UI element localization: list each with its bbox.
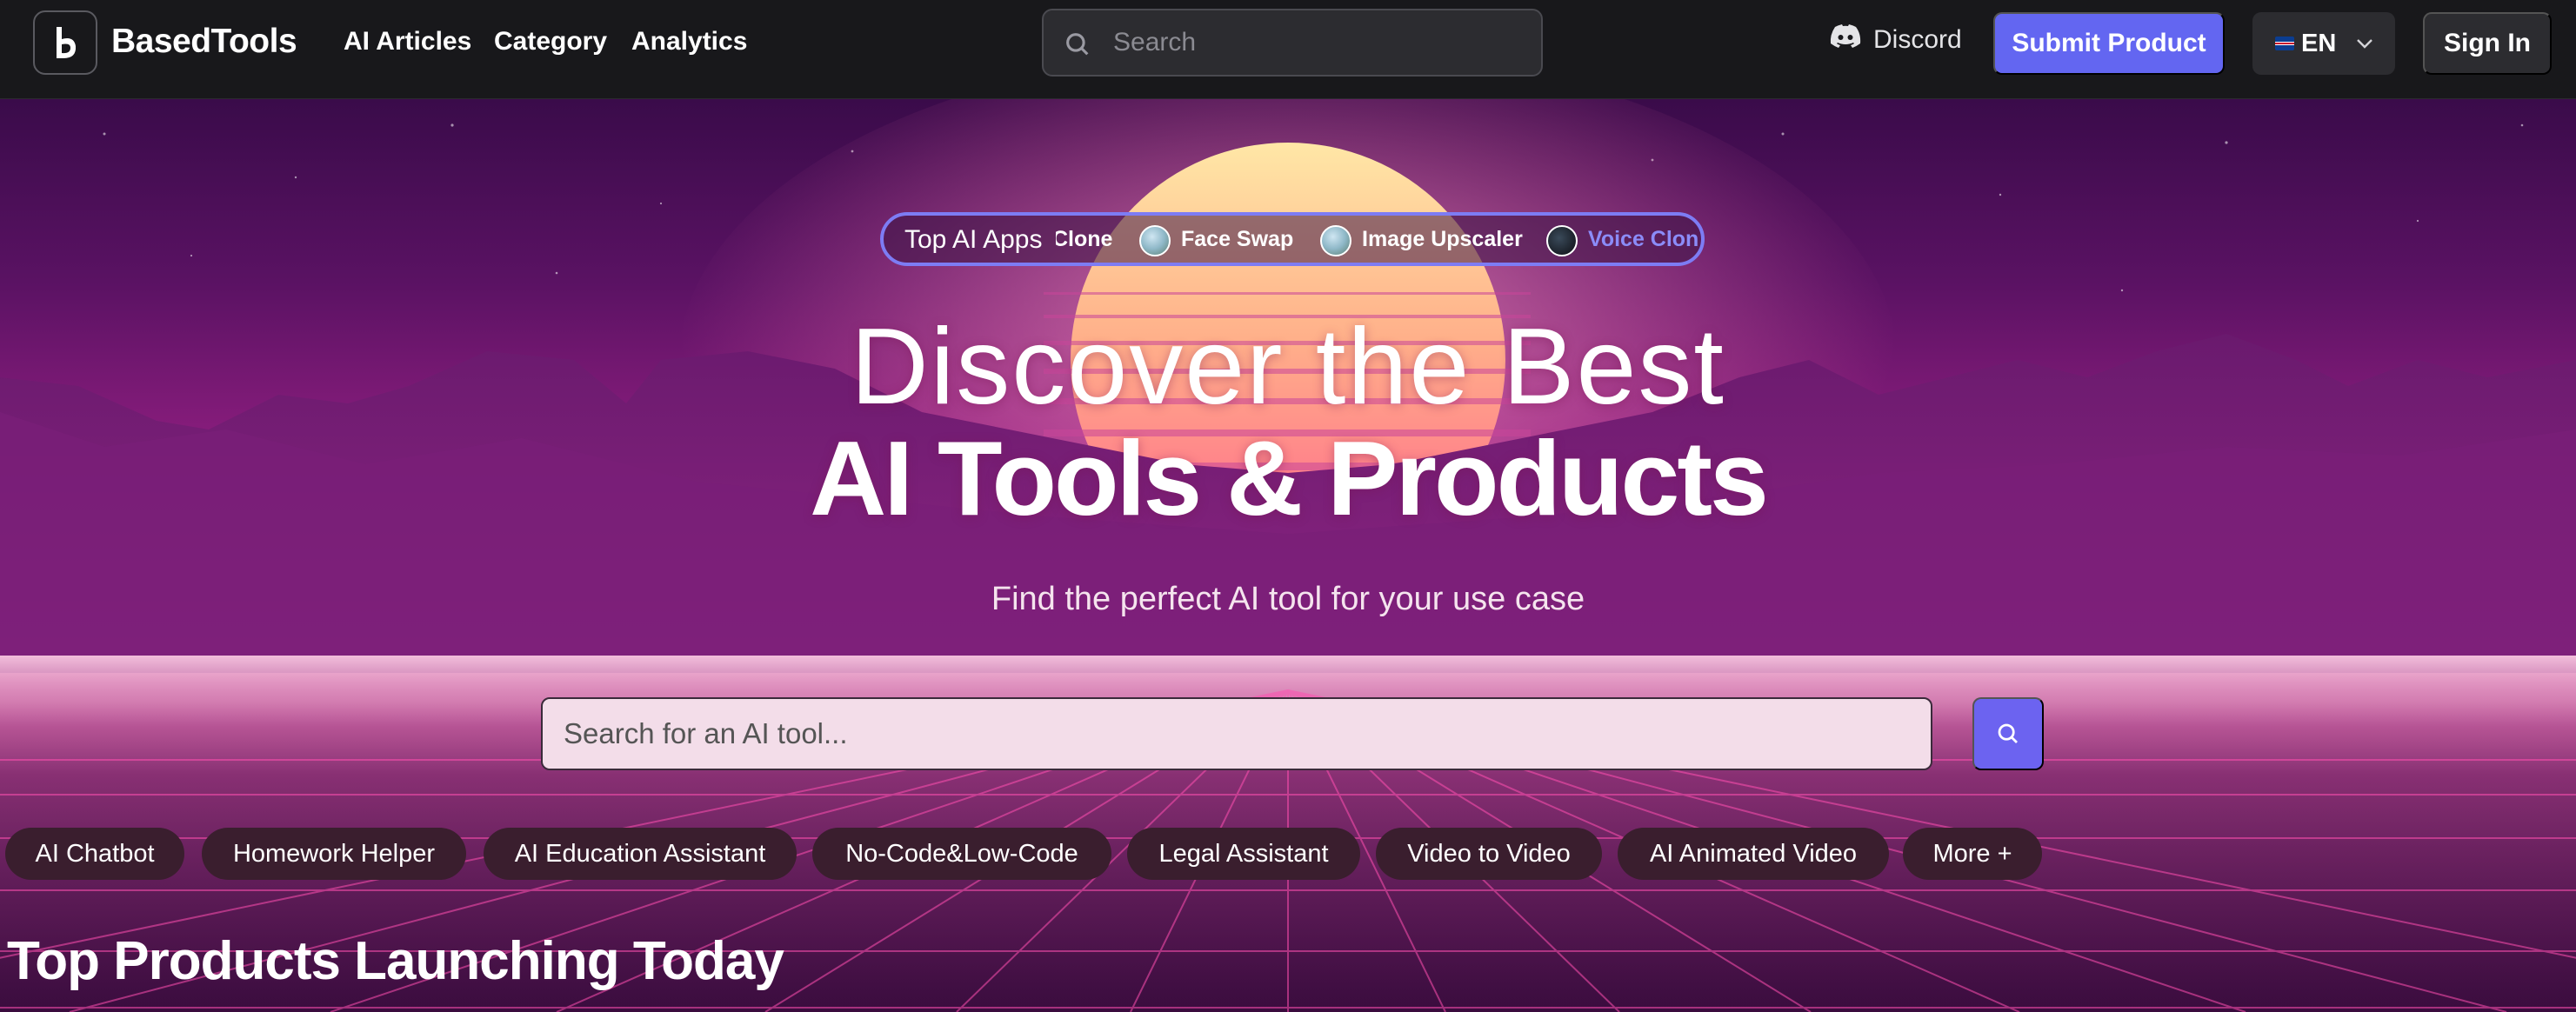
discord-icon [1830, 24, 1861, 56]
sign-in-button[interactable]: Sign In [2423, 12, 2552, 75]
category-chip[interactable]: Video to Video [1376, 828, 1602, 880]
category-chip[interactable]: AI Chatbot [5, 828, 184, 880]
header-search-box[interactable] [1042, 9, 1543, 77]
ticker-item[interactable]: Voice Clon [1588, 227, 1698, 252]
section-title: Top Products Launching Today [7, 931, 784, 991]
language-selector[interactable]: EN [2252, 12, 2395, 75]
more-categories-button[interactable]: More + [1903, 828, 2042, 880]
discord-link[interactable]: Discord [1830, 23, 1962, 57]
ticker-label: Top AI Apps [904, 225, 1043, 254]
hero-section: Top AI Apps Clone Face Swap Image Upscal… [0, 99, 2576, 1012]
category-chip[interactable]: AI Animated Video [1618, 828, 1889, 880]
language-label: EN [2301, 29, 2337, 57]
app-thumbnail-icon [1320, 225, 1351, 256]
ticker-item[interactable]: Face Swap [1181, 227, 1293, 252]
top-nav-bar: BasedTools AI Articles Category Analytic… [0, 0, 2576, 99]
brand-logo-icon[interactable] [33, 10, 97, 75]
app-thumbnail-icon [1546, 225, 1578, 256]
hero-search-input[interactable] [543, 699, 1931, 769]
nav-category[interactable]: Category [494, 27, 607, 57]
hero-subtitle: Find the perfect AI tool for your use ca… [991, 581, 1585, 617]
nav-ai-articles[interactable]: AI Articles [344, 27, 471, 57]
header-search-input[interactable] [1113, 10, 1522, 75]
nav-analytics[interactable]: Analytics [631, 27, 747, 57]
uk-flag-icon [2275, 37, 2294, 50]
ticker-item[interactable]: Image Upscaler [1362, 227, 1523, 252]
ticker-item[interactable]: Clone [1056, 227, 1112, 252]
search-icon [1995, 721, 2021, 747]
top-ai-apps-ticker[interactable]: Top AI Apps Clone Face Swap Image Upscal… [880, 212, 1705, 266]
hero-search-button[interactable] [1972, 697, 2044, 770]
category-chip[interactable]: Homework Helper [202, 828, 466, 880]
search-icon [1063, 30, 1092, 63]
category-chip[interactable]: Legal Assistant [1127, 828, 1360, 880]
category-chip[interactable]: No-Code&Low-Code [812, 828, 1111, 880]
hero-search-box[interactable] [541, 697, 1932, 770]
category-chip[interactable]: AI Education Assistant [484, 828, 797, 880]
discord-label: Discord [1873, 25, 1962, 54]
app-thumbnail-icon [1139, 225, 1171, 256]
hero-title-line1: Discover the Best [851, 307, 1725, 427]
ticker-track: Clone Face Swap Image Upscaler Voice Clo… [1056, 216, 1699, 263]
hero-title-line2: AI Tools & Products [810, 419, 1769, 537]
submit-product-button[interactable]: Submit Product [1993, 12, 2225, 75]
chevron-down-icon [2355, 37, 2374, 50]
brand-name[interactable]: BasedTools [111, 23, 297, 61]
